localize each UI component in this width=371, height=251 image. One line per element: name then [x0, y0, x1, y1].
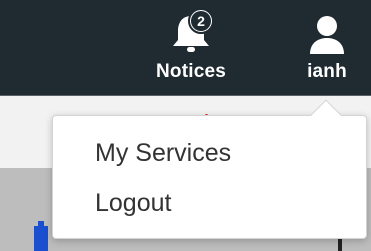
notices-nav-item[interactable]: 2 Notices: [140, 0, 242, 96]
user-icon-wrapper: [302, 12, 352, 56]
partial-blue-icon: [34, 221, 48, 251]
user-icon: [310, 16, 344, 54]
notification-badge: 2: [188, 8, 214, 34]
user-dropdown-menu: My Services Logout: [52, 115, 367, 239]
notification-count: 2: [191, 11, 211, 31]
user-menu-toggle[interactable]: ianh: [292, 0, 362, 96]
menu-item-my-services[interactable]: My Services: [54, 129, 367, 177]
notices-label: Notices: [155, 61, 227, 82]
username-label: ianh: [307, 61, 347, 82]
menu-item-logout[interactable]: Logout: [54, 179, 367, 227]
bell-icon-wrapper: 2: [166, 8, 216, 56]
